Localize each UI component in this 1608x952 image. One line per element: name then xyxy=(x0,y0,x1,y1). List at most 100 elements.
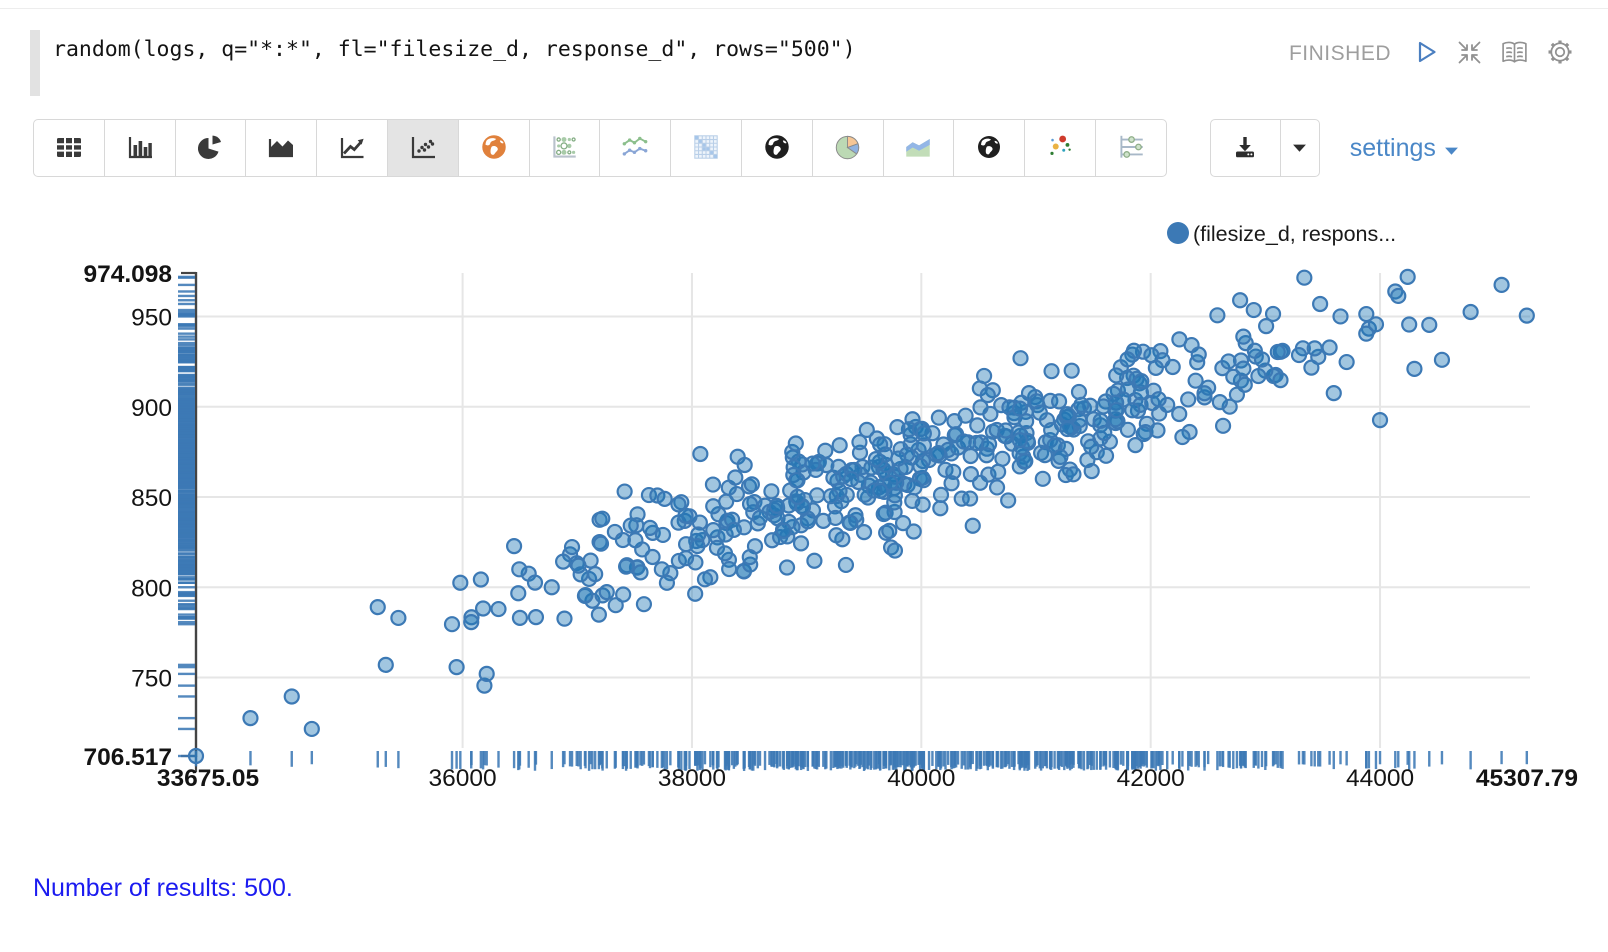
legend-label[interactable]: (filesize_d, respons... xyxy=(1193,222,1396,246)
chart-type-map-black-2-button[interactable] xyxy=(953,119,1025,177)
scatter-point xyxy=(888,488,902,502)
scatter-point xyxy=(1072,385,1086,399)
scatter-point xyxy=(743,550,757,564)
scatter-point xyxy=(745,477,759,491)
scatter-point xyxy=(934,488,948,502)
scatter-point xyxy=(1323,340,1337,354)
scatter-point xyxy=(1334,309,1348,323)
scatter-point xyxy=(1255,352,1269,366)
scatter-point xyxy=(507,539,521,553)
notebook-button[interactable] xyxy=(1500,39,1529,69)
scatter-point xyxy=(1014,351,1028,365)
chart-type-range-sliders-button[interactable] xyxy=(1095,119,1167,177)
chart-type-bar-button[interactable] xyxy=(104,119,176,177)
chart-type-multi-line-button[interactable] xyxy=(599,119,671,177)
scatter-point xyxy=(966,519,980,533)
globe-black-icon-2 xyxy=(974,132,1004,165)
scatter-point xyxy=(634,565,648,579)
paragraph-top-border xyxy=(0,8,1608,9)
scatter-point xyxy=(1065,364,1079,378)
chart-type-pie-colored-button[interactable] xyxy=(812,119,884,177)
run-button[interactable] xyxy=(1413,39,1439,68)
scatter-point xyxy=(791,490,805,504)
scatter-point xyxy=(947,414,961,428)
scatter-point xyxy=(1060,422,1074,436)
editor-gutter xyxy=(30,30,40,96)
scatter-point xyxy=(963,492,977,506)
scatter-point xyxy=(616,533,630,547)
scatter-point xyxy=(1074,398,1088,412)
scatter-point xyxy=(1216,419,1230,433)
scatter-point xyxy=(624,519,638,533)
scatter-point xyxy=(688,587,702,601)
download-options-button[interactable] xyxy=(1280,119,1320,177)
scatter-point xyxy=(882,524,896,538)
scatter-chart[interactable]: 974.098706.51775080085090095033675.05453… xyxy=(0,200,1608,830)
scatter-point xyxy=(1266,307,1280,321)
scatter-point xyxy=(869,452,883,466)
scatter-point xyxy=(957,435,971,449)
scatter-point xyxy=(945,476,959,490)
scatter-point xyxy=(1251,369,1265,383)
scatter-point xyxy=(873,484,887,498)
scatter-chart-icon xyxy=(408,132,438,165)
scatter-point xyxy=(571,559,585,573)
range-sliders-icon xyxy=(1115,131,1147,166)
scatter-point xyxy=(1172,407,1186,421)
scatter-point xyxy=(917,426,931,440)
axis-tick-label: 974.098 xyxy=(83,261,172,288)
scatter-point xyxy=(907,480,921,494)
chart-type-line-button[interactable] xyxy=(316,119,388,177)
scatter-point xyxy=(1110,403,1124,417)
scatter-point xyxy=(873,438,887,452)
globe-orange-icon xyxy=(478,131,510,166)
scatter-point xyxy=(1001,493,1015,507)
pie-chart-icon xyxy=(195,132,225,165)
pie-colored-icon xyxy=(832,131,864,166)
notebook-icon xyxy=(1500,39,1529,69)
scatter-point xyxy=(588,567,602,581)
chart-type-pie-button[interactable] xyxy=(175,119,247,177)
scatter-point xyxy=(545,580,559,594)
chart-type-map-black-button[interactable] xyxy=(741,119,813,177)
scatter-point xyxy=(1495,278,1509,292)
chart-type-bubble-matrix-button[interactable] xyxy=(529,119,601,177)
collapse-button[interactable] xyxy=(1456,39,1483,69)
scatter-point xyxy=(511,586,525,600)
scatter-point xyxy=(1520,309,1534,323)
chart-type-table-button[interactable] xyxy=(33,119,105,177)
chart-type-scatter-button[interactable] xyxy=(387,119,459,177)
scatter-point xyxy=(839,558,853,572)
line-chart-icon xyxy=(337,132,367,165)
scatter-point xyxy=(1297,271,1311,285)
scatter-point xyxy=(931,446,945,460)
download-icon xyxy=(1231,133,1259,164)
chart-type-heatmap-button[interactable] xyxy=(670,119,742,177)
query-expression[interactable]: random(logs, q="*:*", fl="filesize_d, re… xyxy=(53,30,856,64)
scatter-point xyxy=(594,537,608,551)
scatter-point xyxy=(592,608,606,622)
chart-type-dots-colorful-button[interactable] xyxy=(1024,119,1096,177)
scatter-point xyxy=(1137,427,1151,441)
scatter-point xyxy=(1327,386,1341,400)
scatter-point xyxy=(743,497,757,511)
scatter-point xyxy=(1109,368,1123,382)
chart-type-area-colored-button[interactable] xyxy=(883,119,955,177)
chart-type-map-orange-button[interactable] xyxy=(458,119,530,177)
scatter-point xyxy=(1308,341,1322,355)
settings-gear-button[interactable] xyxy=(1546,38,1574,69)
scatter-point xyxy=(833,438,847,452)
scatter-point xyxy=(877,507,891,521)
chart-type-area-button[interactable] xyxy=(245,119,317,177)
download-button[interactable] xyxy=(1210,119,1281,177)
scatter-point xyxy=(1373,413,1387,427)
scatter-point xyxy=(1236,330,1250,344)
scatter-point xyxy=(888,544,902,558)
scatter-point xyxy=(995,452,1009,466)
scatter-point xyxy=(1340,355,1354,369)
scatter-point xyxy=(706,478,720,492)
scatter-point xyxy=(1150,423,1164,437)
scatter-point xyxy=(844,472,858,486)
paragraph-header: random(logs, q="*:*", fl="filesize_d, re… xyxy=(30,30,1574,96)
settings-toggle[interactable]: settings xyxy=(1350,134,1459,163)
